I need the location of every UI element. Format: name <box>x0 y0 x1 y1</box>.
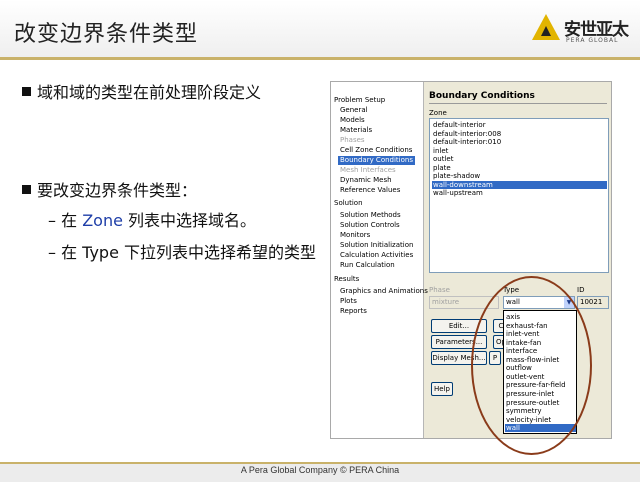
bc-panel-title: Boundary Conditions <box>429 91 535 101</box>
tree-general[interactable]: General <box>340 106 368 115</box>
company-logo: 安世亚太 PERA GLOBAL <box>532 12 632 50</box>
help-button[interactable]: Help <box>431 382 453 396</box>
zone-keyword: Zone <box>82 211 123 230</box>
tree-solution[interactable]: Solution <box>334 199 363 208</box>
bc-title-divider <box>429 103 607 104</box>
slide-title: 改变边界条件类型 <box>14 22 199 47</box>
tree-solution-controls[interactable]: Solution Controls <box>340 221 400 230</box>
bullet-square-icon <box>22 87 31 96</box>
tree-graphics-animations[interactable]: Graphics and Animations <box>340 287 428 296</box>
zone-list-item[interactable]: plate <box>432 164 607 172</box>
slide-header: 改变边界条件类型 安世亚太 PERA GLOBAL <box>0 0 640 60</box>
zone-list-item[interactable]: default-interior <box>432 121 607 129</box>
zone-list[interactable]: default-interior default-interior:008 defa… <box>429 118 609 273</box>
zone-list-item[interactable]: wall-downstream <box>432 180 607 189</box>
phase-label: Phase <box>429 286 450 294</box>
highlight-oval <box>471 276 592 455</box>
zone-list-item[interactable]: wall-upstream <box>432 189 607 197</box>
bullet-2: 要改变边界条件类型： <box>22 178 322 204</box>
navigation-tree: Problem Setup General Models Materials P… <box>331 82 428 438</box>
footer-text: A Pera Global Company © PERA China <box>240 465 400 475</box>
id-label: ID <box>577 286 585 294</box>
tree-boundary-conditions[interactable]: Boundary Conditions <box>338 156 415 165</box>
tree-monitors[interactable]: Monitors <box>340 231 370 240</box>
sub-bullet-type: – 在 Type 下拉列表中选择希望的类型 <box>48 243 317 262</box>
zone-label: Zone <box>429 109 447 117</box>
tree-solution-initialization[interactable]: Solution Initialization <box>340 241 413 250</box>
tree-reference-values[interactable]: Reference Values <box>340 186 400 195</box>
bullet-1: 域和域的类型在前处理阶段定义 <box>22 80 322 106</box>
sub-bullet-zone: – 在 Zone 列表中选择域名。 <box>48 211 257 230</box>
zone-list-item[interactable]: plate-shadow <box>432 172 607 180</box>
tree-materials[interactable]: Materials <box>340 126 372 135</box>
tree-plots[interactable]: Plots <box>340 297 357 306</box>
tree-problem-setup[interactable]: Problem Setup <box>334 96 385 105</box>
tree-models[interactable]: Models <box>340 116 365 125</box>
tree-dynamic-mesh[interactable]: Dynamic Mesh <box>340 176 392 185</box>
bullet-square-icon <box>22 185 31 194</box>
zone-list-item[interactable]: default-interior:008 <box>432 130 607 138</box>
tree-mesh-interfaces: Mesh Interfaces <box>340 166 396 174</box>
tree-results[interactable]: Results <box>334 275 359 284</box>
zone-list-item[interactable]: default-interior:010 <box>432 138 607 146</box>
tree-cell-zone-conditions[interactable]: Cell Zone Conditions <box>340 146 412 155</box>
title-divider <box>0 57 640 60</box>
zone-list-item[interactable]: outlet <box>432 155 607 163</box>
tree-reports[interactable]: Reports <box>340 307 367 316</box>
id-field: 10021 <box>577 296 609 309</box>
tree-run-calculation[interactable]: Run Calculation <box>340 261 395 270</box>
tree-phases: Phases <box>340 136 365 144</box>
tree-solution-methods[interactable]: Solution Methods <box>340 211 401 220</box>
zone-list-item[interactable]: inlet <box>432 147 607 155</box>
logo-subtext: PERA GLOBAL <box>566 37 619 44</box>
tree-calculation-activities[interactable]: Calculation Activities <box>340 251 413 260</box>
